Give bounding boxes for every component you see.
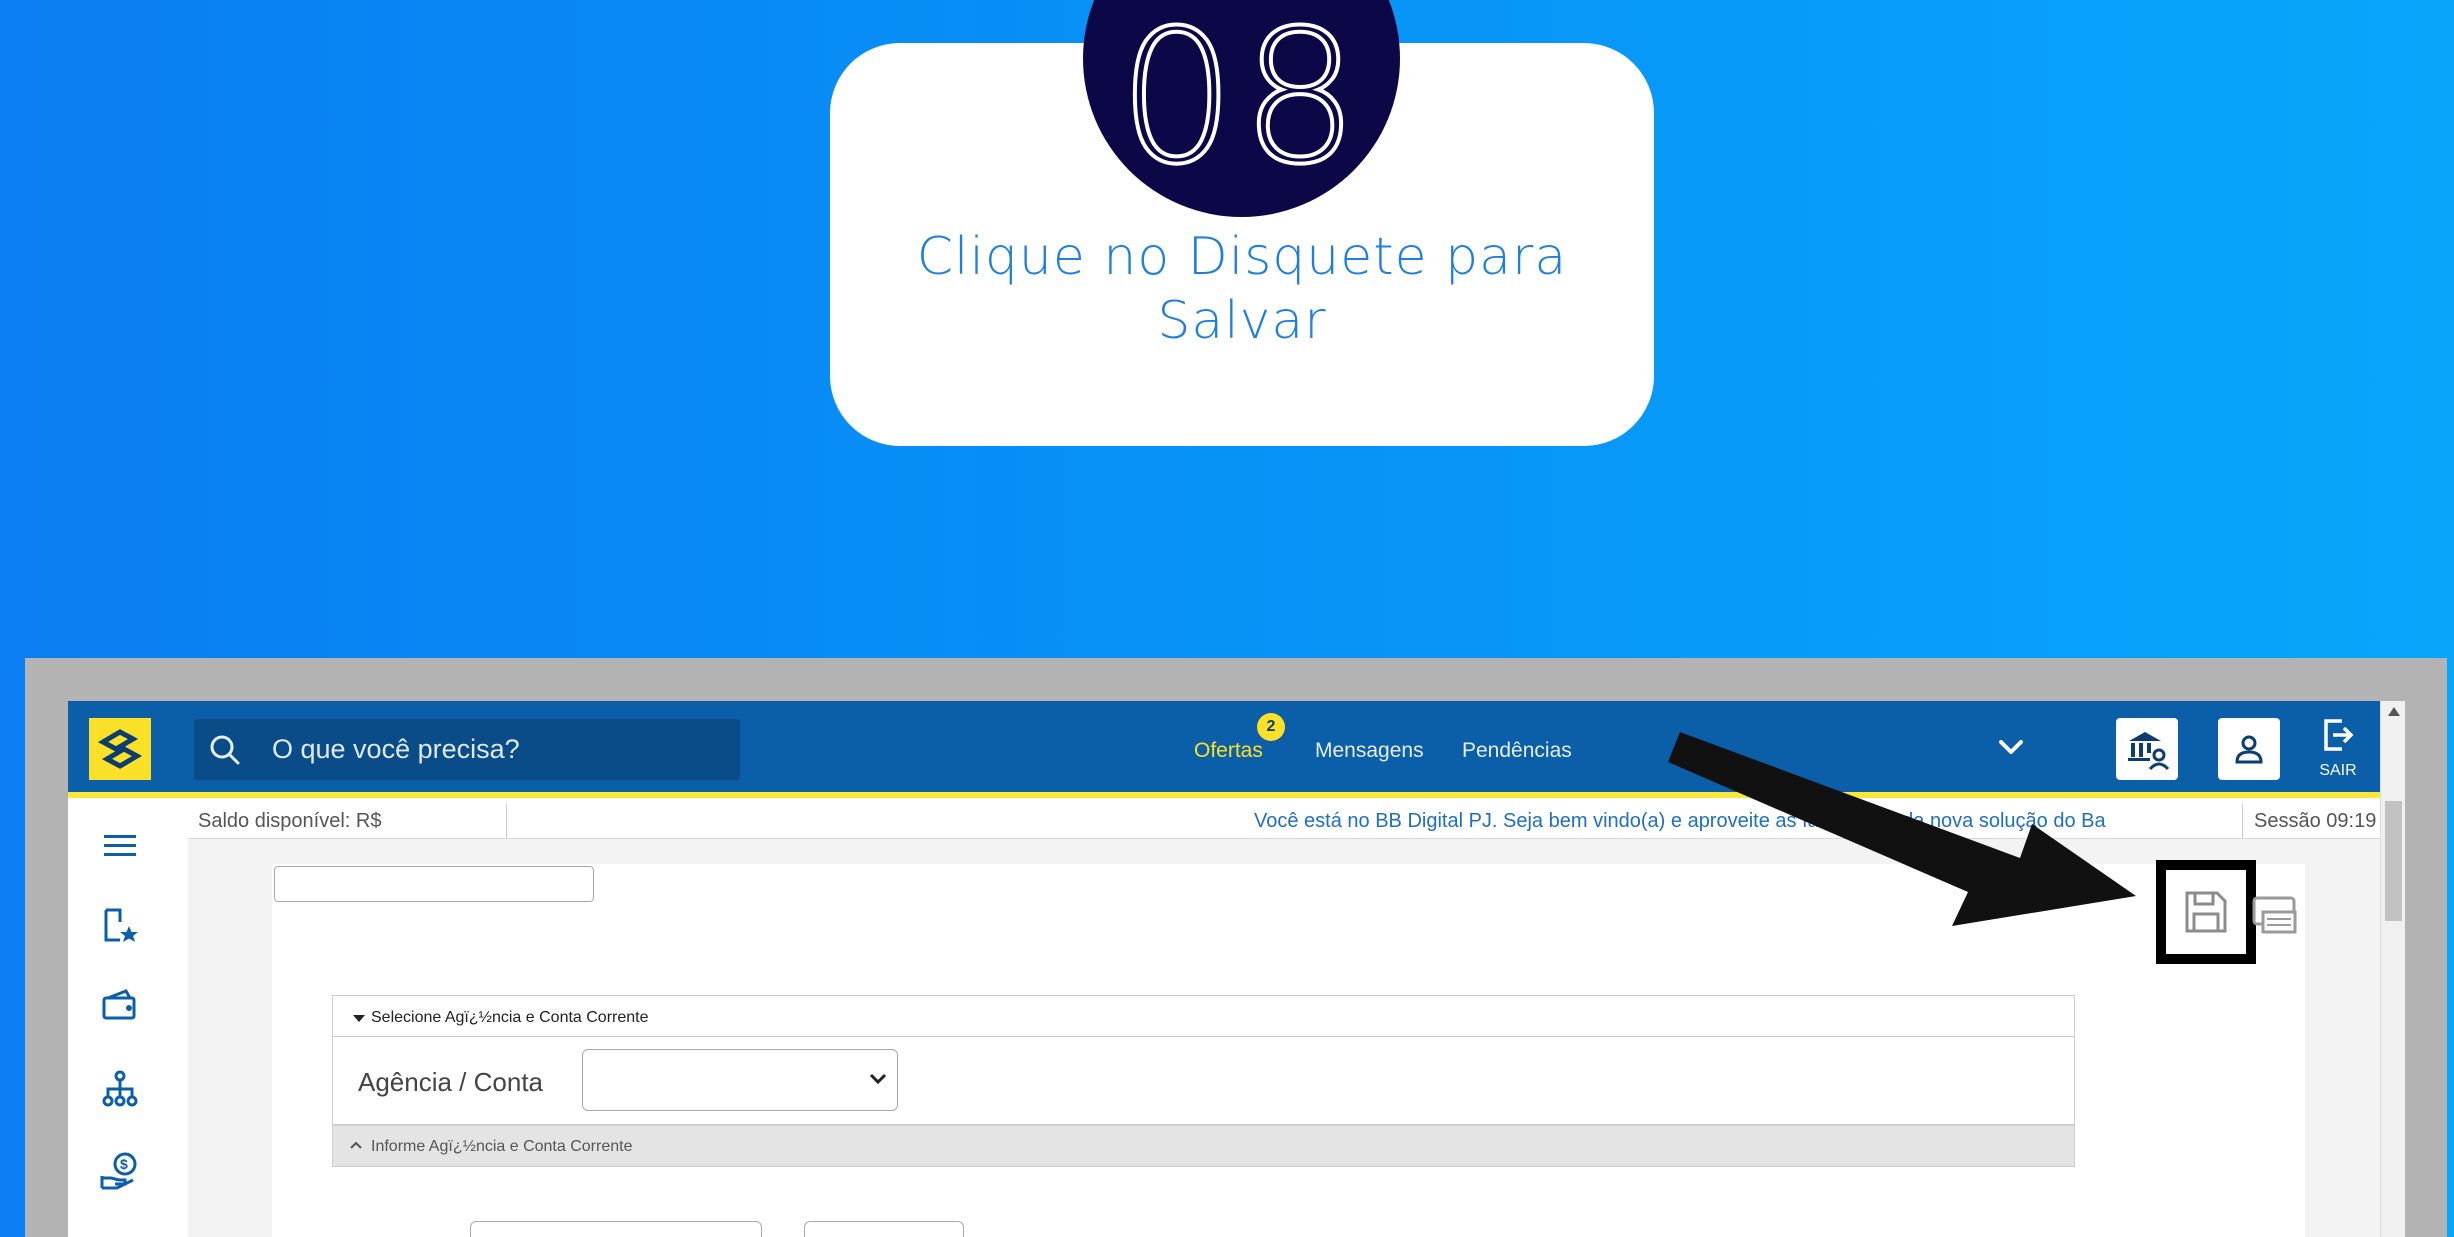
step-number: 08 xyxy=(1116,0,1365,205)
wallet-icon[interactable] xyxy=(98,984,142,1028)
account-section-footer[interactable]: Informe Agï¿½ncia e Conta Corrente xyxy=(332,1125,2075,1167)
scroll-thumb[interactable] xyxy=(2385,801,2402,921)
menu-icon[interactable] xyxy=(98,824,142,868)
user-button[interactable] xyxy=(2218,718,2280,780)
top-text-field[interactable] xyxy=(274,866,594,902)
printer-icon[interactable] xyxy=(2251,886,2299,936)
scroll-up-icon[interactable] xyxy=(2388,707,2400,716)
svg-text:$: $ xyxy=(120,1156,128,1172)
search-icon xyxy=(210,735,240,765)
account-section-title: Selecione Agï¿½ncia e Conta Corrente xyxy=(371,1009,649,1026)
agencia-conta-select[interactable] xyxy=(582,1049,898,1111)
logout-button[interactable]: SAIR xyxy=(2314,715,2362,780)
money-hand-icon[interactable]: $ xyxy=(98,1149,142,1193)
search-input[interactable] xyxy=(272,719,722,780)
chevron-down-icon xyxy=(869,1073,887,1085)
logout-label: SAIR xyxy=(2319,762,2357,779)
pointer-arrow xyxy=(1668,732,2136,926)
bottom-field-1[interactable] xyxy=(470,1221,762,1237)
ofertas-badge: 2 xyxy=(1257,713,1285,741)
step-number-circle: 08 xyxy=(1083,0,1400,217)
bottom-field-2[interactable] xyxy=(804,1221,964,1237)
window-scrollbar[interactable] xyxy=(2380,701,2405,1237)
logout-icon xyxy=(2324,719,2354,751)
info-divider xyxy=(506,804,507,839)
saldo-currency: R$ xyxy=(355,810,382,832)
user-icon xyxy=(2235,735,2263,764)
account-section-footer-label: Informe Agï¿½ncia e Conta Corrente xyxy=(371,1138,633,1155)
account-section-header[interactable]: Selecione Agï¿½ncia e Conta Corrente xyxy=(332,995,2075,1037)
session-timer: Sessão 09:19 xyxy=(2254,810,2377,832)
saldo-display: Saldo disponível: R$ xyxy=(198,810,381,833)
floppy-disk-icon xyxy=(2185,891,2227,933)
search-box[interactable] xyxy=(194,719,740,780)
caret-down-icon xyxy=(353,1015,365,1022)
nav-mensagens[interactable]: Mensagens xyxy=(1315,739,1424,763)
agencia-label: Agência / Conta xyxy=(358,1067,544,1097)
nav-pendencias[interactable]: Pendências xyxy=(1462,739,1572,763)
sidebar: $ xyxy=(68,804,173,1237)
nav-ofertas[interactable]: Ofertas xyxy=(1194,739,1263,763)
step-instruction: Clique no Disquete para Salvar xyxy=(916,227,1568,351)
account-section-body: Agência / Conta xyxy=(332,1037,2075,1125)
session-divider xyxy=(2242,804,2243,839)
hierarchy-icon[interactable] xyxy=(98,1067,142,1111)
bb-logo[interactable] xyxy=(89,718,151,780)
favorites-icon[interactable] xyxy=(98,904,142,948)
caret-up-icon xyxy=(350,1141,362,1149)
saldo-label: Saldo disponível: xyxy=(198,810,351,832)
bb-logo-icon xyxy=(97,729,143,769)
